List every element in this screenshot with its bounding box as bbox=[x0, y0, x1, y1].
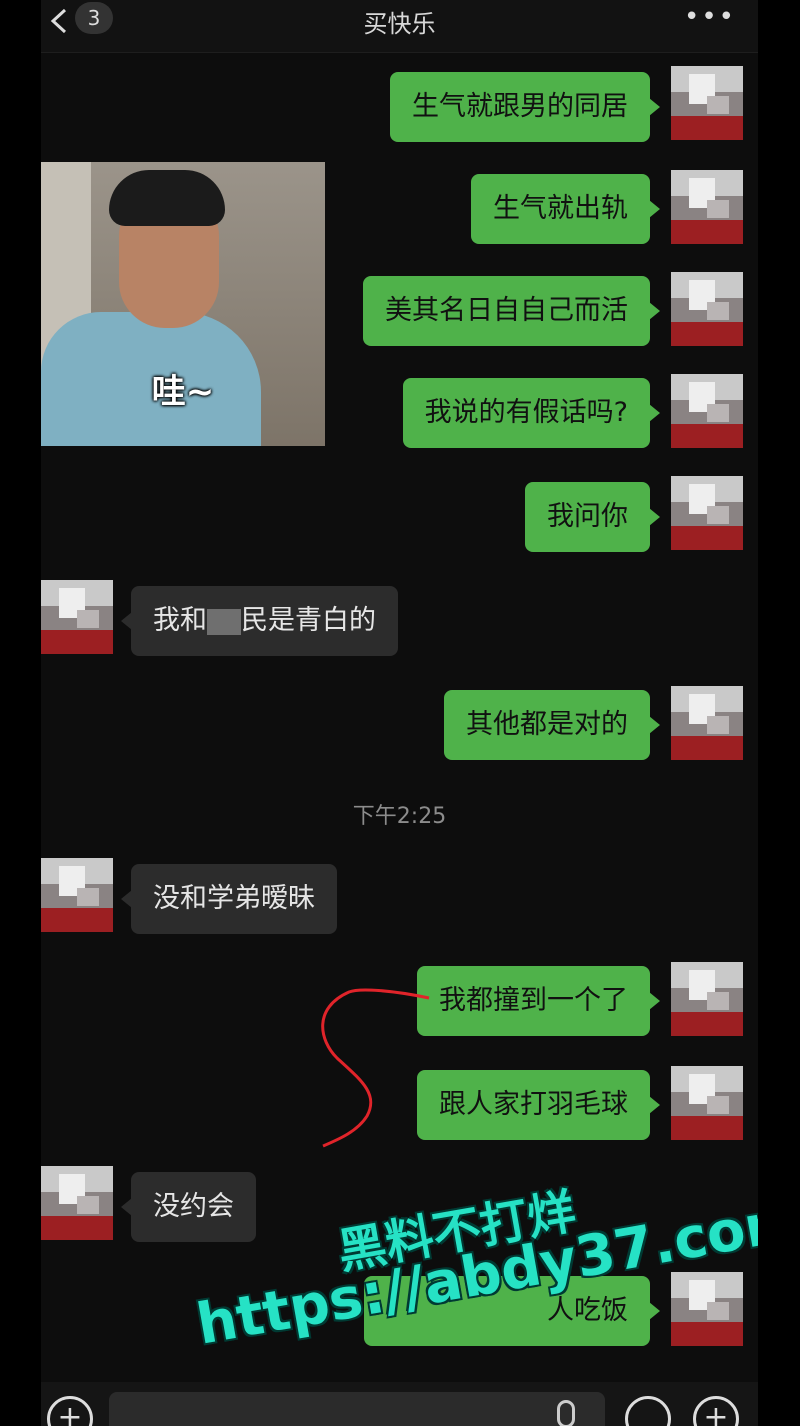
bottom-input-bar: + + bbox=[41, 1382, 758, 1426]
self-avatar[interactable] bbox=[671, 170, 743, 244]
microphone-icon[interactable] bbox=[557, 1400, 575, 1426]
message-bubble-received[interactable]: 没约会 bbox=[121, 1172, 256, 1242]
message-bubble-sent[interactable]: 美其名日自自己而活 bbox=[363, 276, 660, 346]
plus-circle-icon[interactable]: + bbox=[47, 1396, 93, 1426]
message-bubble-sent[interactable]: 我都撞到一个了 bbox=[417, 966, 660, 1036]
message-bubble-sent[interactable]: 生气就出轨 bbox=[471, 174, 660, 244]
emoji-icon[interactable] bbox=[625, 1396, 671, 1426]
message-bubble-sent[interactable]: 我问你 bbox=[525, 482, 660, 552]
self-avatar[interactable] bbox=[671, 686, 743, 760]
self-avatar[interactable] bbox=[671, 1066, 743, 1140]
contact-avatar[interactable] bbox=[41, 1166, 113, 1240]
contact-avatar[interactable] bbox=[41, 858, 113, 932]
self-avatar[interactable] bbox=[671, 272, 743, 346]
message-bubble-sent[interactable]: 跟人家打羽毛球 bbox=[417, 1070, 660, 1140]
timestamp: 下午2:25 bbox=[352, 804, 447, 829]
self-avatar[interactable] bbox=[671, 66, 743, 140]
sticker-caption: 哇~ bbox=[151, 372, 215, 412]
mosaic-censor bbox=[207, 608, 241, 635]
self-avatar[interactable] bbox=[671, 1272, 743, 1346]
self-avatar[interactable] bbox=[671, 962, 743, 1036]
sticker-image[interactable]: 哇~ bbox=[41, 162, 325, 446]
chat-title: 买快乐 bbox=[363, 10, 436, 38]
message-bubble-sent[interactable]: 我说的有假话吗? bbox=[402, 378, 661, 448]
self-avatar[interactable] bbox=[671, 374, 743, 448]
message-bubble-received[interactable]: 没和学弟暧昧 bbox=[121, 864, 337, 934]
message-bubble-sent[interactable]: 其他都是对的 bbox=[444, 690, 660, 760]
more-options-icon[interactable]: ••• bbox=[684, 2, 736, 32]
message-bubble-sent[interactable]: 生气就跟男的同居 bbox=[390, 72, 660, 142]
message-input[interactable] bbox=[109, 1392, 605, 1426]
add-more-icon[interactable]: + bbox=[693, 1396, 739, 1426]
self-avatar[interactable] bbox=[671, 476, 743, 550]
top-bar: 3 买快乐 ••• bbox=[41, 0, 758, 53]
chat-screen: 3 买快乐 ••• 哇~ 生气就跟男的同居 生气就出轨 美其名日自自己而活 我说… bbox=[41, 0, 758, 1426]
message-bubble-received[interactable]: 我和 民是青白的 bbox=[121, 586, 398, 656]
contact-avatar[interactable] bbox=[41, 580, 113, 654]
